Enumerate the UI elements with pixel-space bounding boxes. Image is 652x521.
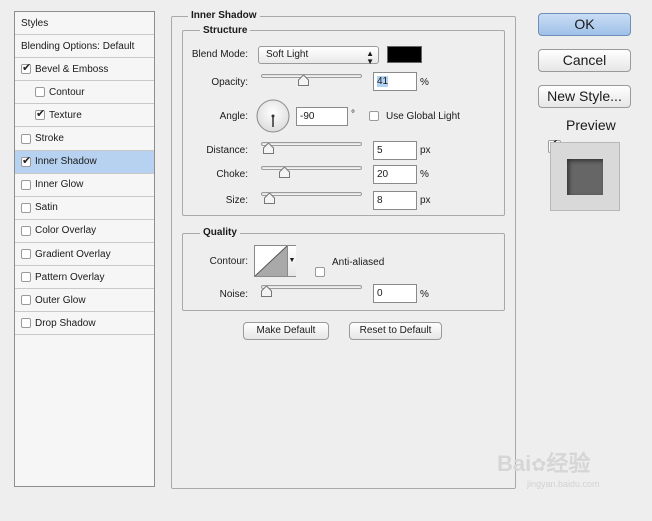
size-slider-thumb[interactable]: [263, 193, 275, 204]
angle-dial[interactable]: [256, 99, 290, 133]
watermark-logo: Bai✿经验: [497, 452, 590, 477]
size-input[interactable]: 8: [373, 191, 417, 210]
blend-mode-value: Soft Light: [266, 49, 309, 60]
style-item-label: Stroke: [35, 133, 64, 144]
opacity-input[interactable]: 41: [373, 72, 417, 91]
use-global-light-label: Use Global Light: [386, 111, 460, 122]
choke-input[interactable]: 20: [373, 165, 417, 184]
style-item-checkbox[interactable]: [21, 295, 31, 306]
style-item-drop-shadow[interactable]: Drop Shadow: [15, 312, 154, 336]
new-style-button[interactable]: New Style...: [538, 85, 631, 108]
choke-unit: %: [420, 169, 429, 180]
style-item-color-overlay[interactable]: Color Overlay: [15, 219, 154, 243]
distance-slider-thumb[interactable]: [262, 143, 274, 154]
distance-unit: px: [420, 145, 431, 156]
style-item-checkbox[interactable]: [21, 133, 31, 144]
style-item-stroke[interactable]: Stroke: [15, 127, 154, 151]
style-item-inner-shadow[interactable]: Inner Shadow: [15, 150, 154, 174]
size-label: Size:: [225, 195, 248, 206]
style-item-contour[interactable]: Contour: [15, 81, 154, 105]
style-item-satin[interactable]: Satin: [15, 196, 154, 220]
styles-header[interactable]: Styles: [15, 12, 154, 35]
blend-mode-label: Blend Mode:: [191, 49, 248, 60]
style-item-label: Texture: [49, 109, 82, 121]
style-item-label: Drop Shadow: [35, 317, 96, 329]
contour-curve-icon: [255, 246, 287, 276]
opacity-unit: %: [420, 77, 429, 88]
style-item-texture[interactable]: Texture: [15, 104, 154, 128]
noise-label: Noise:: [219, 289, 248, 300]
style-item-label: Styles: [21, 17, 49, 29]
style-item-checkbox[interactable]: [21, 249, 31, 259]
style-item-bevel-emboss[interactable]: Bevel & Emboss: [15, 58, 154, 82]
style-item-label: Color Overlay: [35, 225, 97, 237]
blend-mode-select[interactable]: Soft Light ▲ ▼: [258, 46, 379, 66]
ok-button[interactable]: OK: [538, 13, 631, 36]
contour-label: Contour:: [209, 256, 248, 267]
watermark-url: jingyan.baidu.com: [527, 479, 600, 489]
style-item-outer-glow[interactable]: Outer Glow: [15, 289, 154, 313]
style-item-label: Satin: [35, 202, 58, 214]
contour-picker[interactable]: ▼: [254, 245, 296, 277]
style-item-label: Pattern Overlay: [35, 271, 105, 283]
noise-slider-track[interactable]: [261, 285, 362, 289]
quality-title: Quality: [200, 227, 240, 239]
structure-title: Structure: [200, 25, 251, 37]
distance-slider-track[interactable]: [261, 142, 362, 146]
style-item-label: Inner Glow: [35, 179, 84, 191]
inner-shadow-title: Inner Shadow: [188, 10, 260, 22]
choke-slider-thumb[interactable]: [279, 167, 291, 178]
blending-options-item[interactable]: Blending Options: Default: [15, 35, 154, 59]
style-item-label: Contour: [49, 86, 85, 98]
angle-input[interactable]: -90: [296, 107, 348, 126]
preview-thumbnail: [550, 142, 620, 211]
angle-label: Angle:: [219, 111, 248, 122]
style-item-label: Bevel & Emboss: [35, 63, 109, 75]
anti-aliased-label: Anti-aliased: [332, 257, 385, 268]
shadow-color-swatch[interactable]: [387, 46, 422, 63]
style-item-pattern-overlay[interactable]: Pattern Overlay: [15, 266, 154, 290]
style-item-label: Blending Options: Default: [21, 40, 135, 52]
contour-dropdown-icon[interactable]: ▼: [287, 246, 296, 276]
paw-icon: ✿: [531, 455, 547, 475]
choke-slider-track[interactable]: [261, 166, 362, 170]
style-item-checkbox[interactable]: [21, 61, 31, 75]
distance-label: Distance:: [206, 145, 248, 156]
reset-to-default-button[interactable]: Reset to Default: [349, 322, 442, 340]
choke-label: Choke:: [216, 169, 248, 180]
distance-input[interactable]: 5: [373, 141, 417, 160]
style-item-checkbox[interactable]: [35, 107, 45, 121]
style-item-checkbox[interactable]: [21, 272, 31, 283]
style-item-label: Outer Glow: [35, 294, 86, 306]
style-item-checkbox[interactable]: [21, 202, 31, 213]
opacity-label: Opacity:: [211, 77, 248, 88]
style-item-checkbox[interactable]: [21, 318, 31, 329]
noise-input[interactable]: 0: [373, 284, 417, 303]
style-item-label: Gradient Overlay: [35, 248, 111, 260]
make-default-button[interactable]: Make Default: [243, 322, 329, 340]
style-item-checkbox[interactable]: [35, 87, 45, 98]
opacity-slider-thumb[interactable]: [298, 75, 310, 86]
preview-label: Preview: [566, 117, 616, 133]
watermark-brand: Bai: [497, 451, 532, 476]
stepper-arrows-icon: ▲ ▼: [366, 49, 374, 66]
style-item-inner-glow[interactable]: Inner Glow: [15, 173, 154, 197]
styles-list: Styles Blending Options: Default Bevel & E…: [14, 11, 155, 487]
style-item-checkbox[interactable]: [21, 179, 31, 190]
style-item-checkbox[interactable]: [21, 225, 31, 236]
cancel-button[interactable]: Cancel: [538, 49, 631, 72]
style-item-checkbox[interactable]: [21, 154, 31, 167]
noise-unit: %: [420, 289, 429, 300]
use-global-light-checkbox[interactable]: [369, 111, 379, 121]
opacity-slider-track[interactable]: [261, 74, 362, 78]
noise-slider-thumb[interactable]: [261, 286, 272, 297]
preview-swatch: [567, 159, 603, 195]
size-slider-track[interactable]: [261, 192, 362, 196]
angle-unit: °: [351, 109, 355, 120]
style-item-gradient-overlay[interactable]: Gradient Overlay: [15, 243, 154, 266]
watermark-brand-tail: 经验: [546, 451, 591, 476]
anti-aliased-checkbox[interactable]: [315, 267, 325, 277]
style-item-label: Inner Shadow: [35, 156, 97, 168]
size-unit: px: [420, 195, 431, 206]
